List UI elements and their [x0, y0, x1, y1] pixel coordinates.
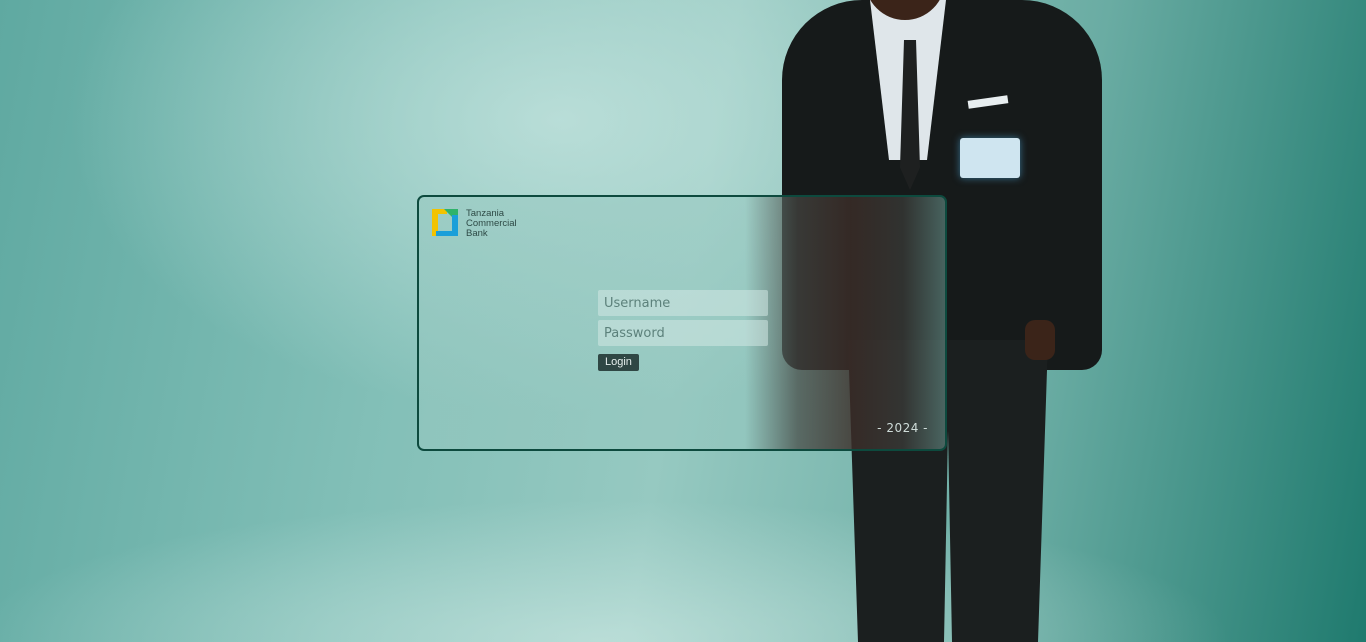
footer-year: - 2024 -	[877, 421, 928, 435]
tcb-logo-mark-icon	[432, 209, 458, 236]
person-chin	[865, 0, 945, 20]
person-id-badge	[960, 138, 1020, 178]
person-tie	[900, 40, 920, 190]
person-shirt	[870, 0, 946, 160]
login-card: Tanzania Commercial Bank Login - 2024 -	[417, 195, 947, 451]
login-button[interactable]: Login	[598, 354, 639, 371]
bank-name-line-3: Bank	[466, 228, 488, 239]
person-pocket-square	[967, 95, 1009, 109]
login-form: Login	[598, 290, 770, 371]
person-hand	[1025, 320, 1055, 360]
bank-logo: Tanzania Commercial Bank	[432, 209, 517, 239]
username-input[interactable]	[598, 290, 768, 316]
bank-name: Tanzania Commercial Bank	[466, 209, 517, 239]
password-input[interactable]	[598, 320, 768, 346]
